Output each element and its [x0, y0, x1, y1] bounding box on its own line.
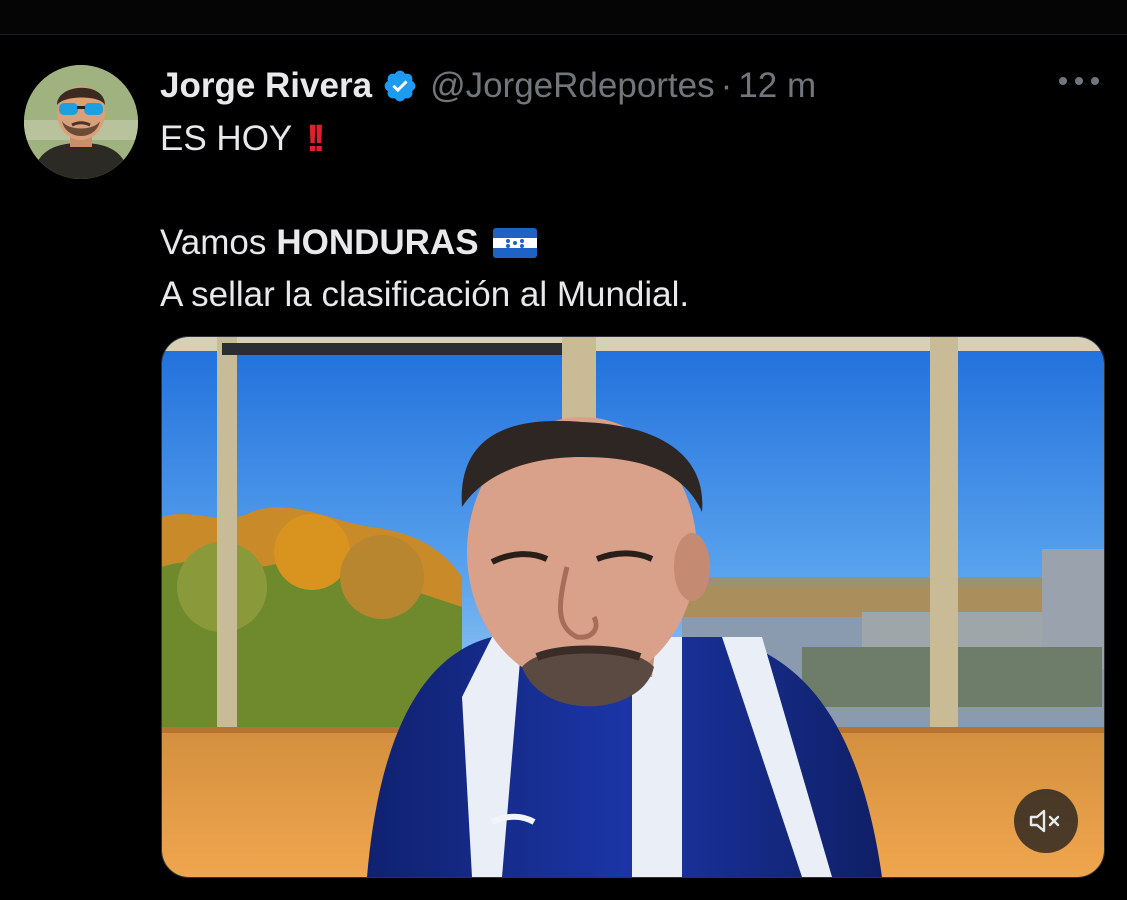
tweet-header: Jorge Rivera @JorgeRdeportes · 12 m	[160, 63, 816, 109]
tweet-line-3: A sellar la clasificación al Mundial.	[160, 275, 690, 314]
tweet-line-1: ES HOY !!	[160, 113, 1080, 165]
avatar[interactable]	[24, 65, 138, 179]
verified-badge-icon[interactable]	[382, 68, 418, 104]
honduras-flag-icon	[492, 228, 537, 258]
author-name[interactable]: Jorge Rivera	[160, 66, 372, 106]
tweet-line-2-prefix: Vamos	[160, 223, 267, 262]
tweet-text: ES HOY !! Vamos HONDURAS A sellar la cla…	[160, 113, 1080, 321]
video-player[interactable]	[161, 336, 1105, 878]
author-handle[interactable]: @JorgeRdeportes	[430, 66, 715, 106]
separator-dot: ·	[720, 66, 733, 105]
tweet-line-2: Vamos HONDURAS	[160, 217, 1080, 269]
timestamp[interactable]: 12 m	[738, 66, 816, 106]
tweet-line-2-bold: HONDURAS	[276, 223, 479, 262]
muted-speaker-icon[interactable]	[1014, 789, 1078, 853]
tweet-line-1-text: ES HOY	[160, 119, 293, 158]
top-bar	[0, 0, 1127, 35]
more-options-icon[interactable]	[1059, 71, 1099, 91]
tweet[interactable]: Jorge Rivera @JorgeRdeportes · 12 m ES H…	[0, 35, 1127, 900]
double-exclamation-emoji: !!	[306, 118, 325, 160]
